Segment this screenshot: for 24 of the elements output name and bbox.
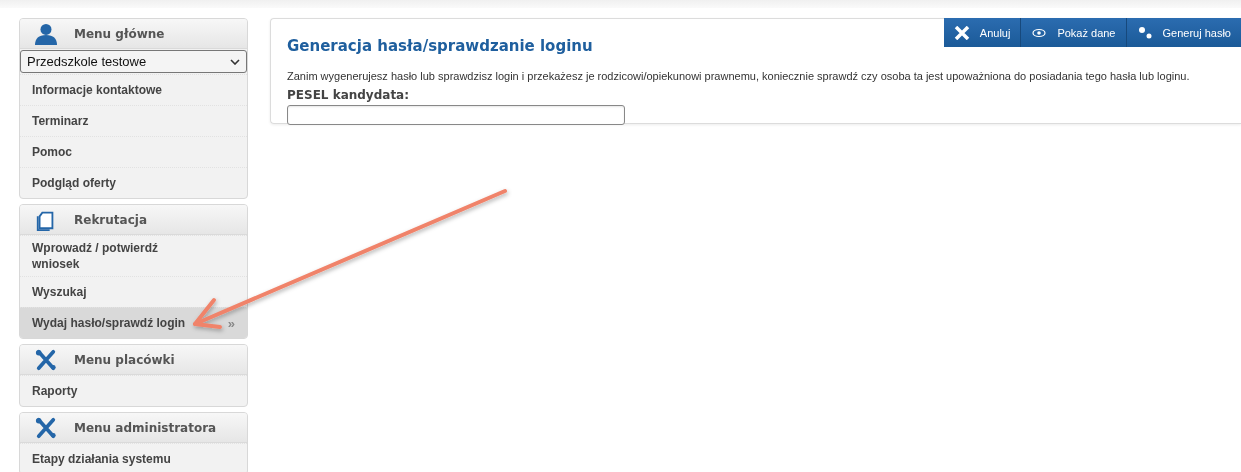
school-select[interactable]: Przedszkole testowe [20,50,247,73]
toolbar-button[interactable]: Generuj hasło [1125,18,1241,47]
menu-item[interactable]: Wprowadź / potwierdź wniosek [20,235,247,276]
input-field[interactable] [287,105,625,125]
notice-text: Zanim wygenerujesz hasło lub sprawdzisz login i przekażesz je rodzicowi/opiekunowi prawnemu, koniecznie sprawdź czy osoba ta jest upoważniona do posiadania tego hasła lub loginu. [287,70,1191,82]
user-icon [32,22,60,45]
menu-item[interactable]: Raporty [20,375,247,406]
menu-item[interactable]: Informacje kontaktowe [20,74,247,105]
menu-title: Menu główne [74,26,165,41]
toolbar-button[interactable]: Pokaż dane [1020,18,1126,47]
menu-title: Menu administratora [74,420,217,435]
close-icon [953,25,970,40]
menu-item[interactable]: Etapy działania systemu [20,443,247,472]
page-title: Generacja hasła/sprawdzanie loginu [287,37,594,55]
menu-item[interactable]: Pomoc [20,136,247,167]
field-label: PESEL kandydata: [287,88,410,102]
toolbar-button[interactable]: Anuluj [943,18,1021,47]
menu-item[interactable]: Wydaj hasło/sprawdź login » [20,307,247,338]
menu-item[interactable]: Terminarz [20,105,247,136]
menu-item[interactable]: Podgląd oferty [20,167,247,198]
menu-title: Rekrutacja [74,212,147,227]
marker-icon: » [227,315,235,331]
chevron-down-icon [230,58,240,65]
menu-title: Menu placówki [74,352,175,367]
